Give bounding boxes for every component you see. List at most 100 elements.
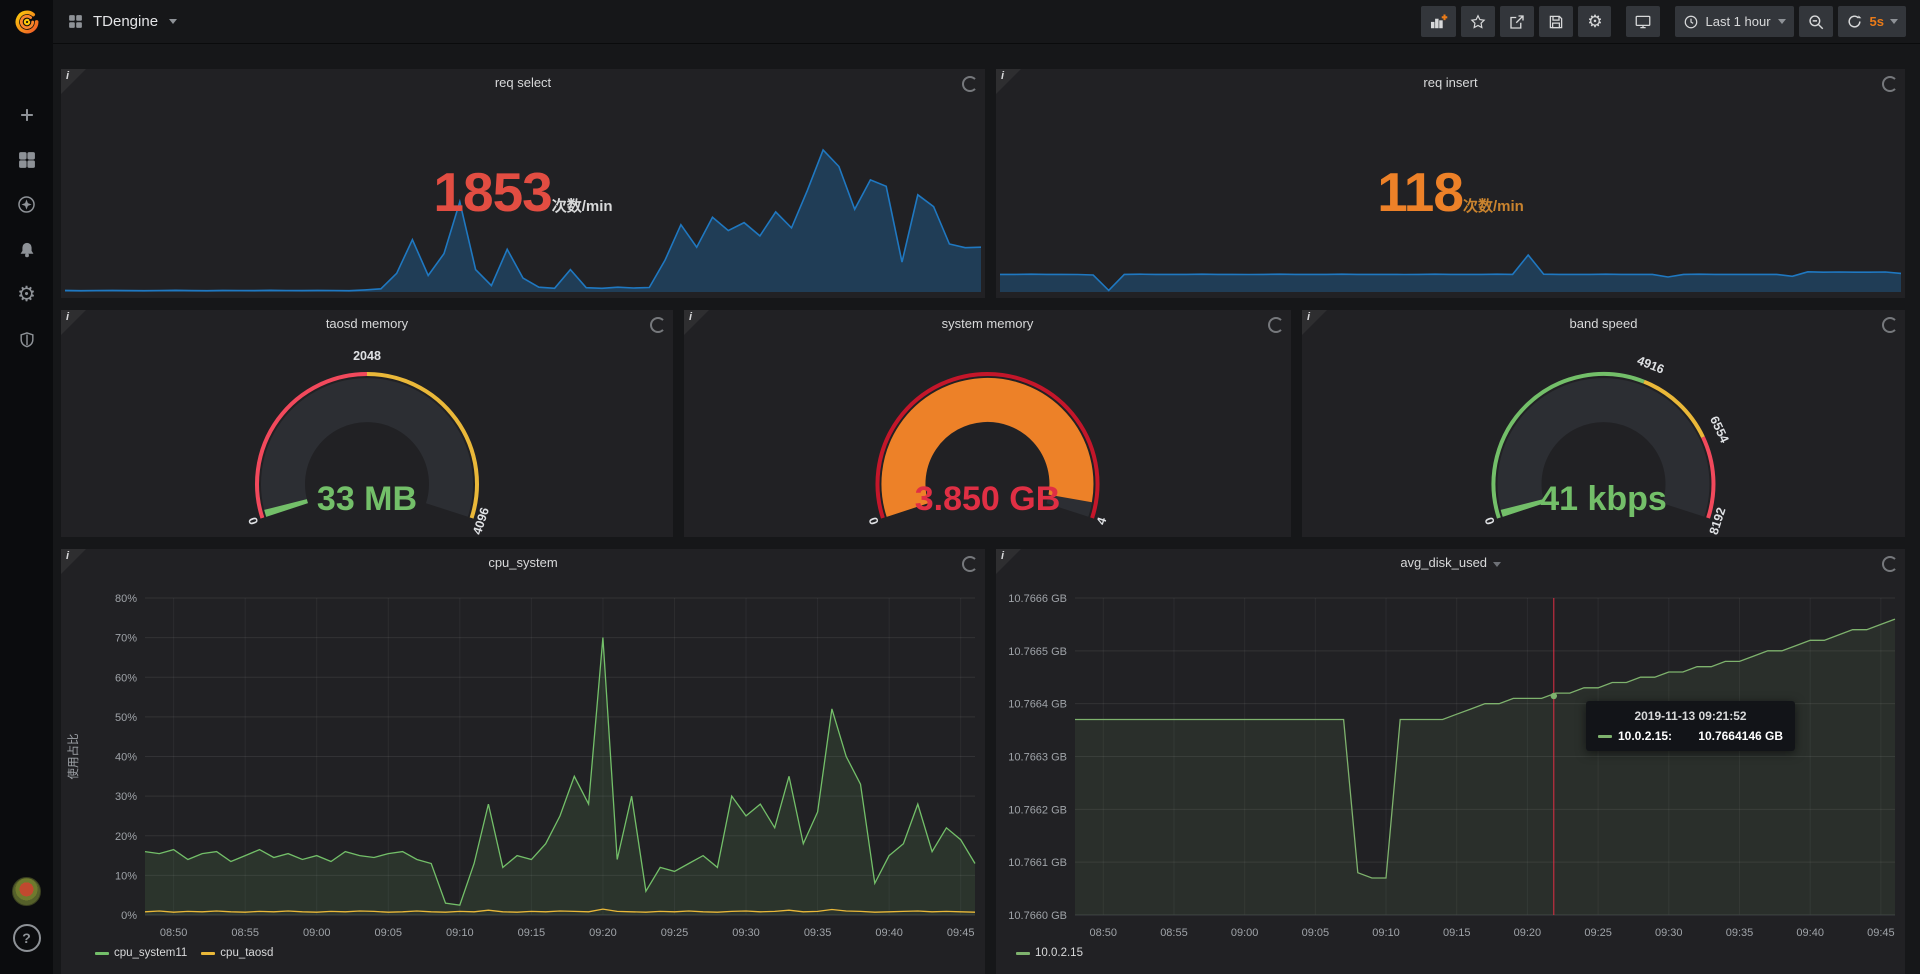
grafana-logo[interactable] [0, 0, 53, 44]
gauge-chart: 04096204833 MB [61, 310, 673, 537]
save-icon [1547, 13, 1565, 31]
legend-item[interactable]: cpu_taosd [201, 947, 273, 959]
info-corner-icon[interactable] [61, 310, 86, 335]
series-color-dash [95, 952, 109, 955]
refresh-icon [1846, 13, 1863, 30]
clock-icon [1683, 14, 1699, 30]
panel-title[interactable]: taosd memory [61, 316, 673, 331]
svg-text:20%: 20% [115, 831, 137, 843]
loading-spinner-icon [1882, 556, 1898, 572]
star-icon [1469, 13, 1487, 31]
gauge-chart: 081924916655441 kbps [1302, 310, 1905, 537]
graph-chart[interactable]: 0%10%20%30%40%50%60%70%80%08:5008:5509:0… [61, 549, 985, 974]
star-button[interactable] [1461, 6, 1495, 37]
svg-text:3.850 GB: 3.850 GB [915, 480, 1061, 518]
question-icon: ? [22, 930, 31, 946]
navbar: TDengine ⚙ [53, 0, 1920, 44]
info-corner-icon[interactable] [996, 69, 1021, 94]
gear-icon: ⚙ [17, 284, 36, 305]
svg-text:60%: 60% [115, 672, 137, 684]
panel-title[interactable]: cpu_system [61, 555, 985, 570]
time-range-button[interactable]: Last 1 hour [1675, 6, 1793, 37]
info-corner-icon[interactable] [61, 549, 86, 574]
svg-text:41 kbps: 41 kbps [1540, 480, 1667, 518]
dashboard-grid-icon [67, 13, 84, 30]
panel-title[interactable]: system memory [684, 316, 1291, 331]
svg-text:09:05: 09:05 [375, 927, 403, 939]
panel-system-memory: i system memory 043.850 GB [684, 310, 1291, 537]
user-avatar[interactable] [12, 877, 41, 906]
sidebar-item-alerting[interactable] [0, 227, 53, 272]
svg-text:09:20: 09:20 [1514, 927, 1542, 939]
svg-text:10.7665 GB: 10.7665 GB [1008, 646, 1067, 658]
dashboards-grid-icon [17, 150, 37, 170]
sidebar-item-help[interactable]: ? [13, 924, 41, 952]
graph-tooltip: 2019-11-13 09:21:52 10.0.2.15: 10.766414… [1586, 701, 1795, 751]
svg-text:80%: 80% [115, 593, 137, 605]
info-corner-icon[interactable] [61, 69, 86, 94]
svg-text:09:10: 09:10 [1372, 927, 1400, 939]
svg-text:70%: 70% [115, 633, 137, 645]
svg-text:0%: 0% [121, 910, 137, 922]
zoom-out-button[interactable] [1799, 6, 1833, 37]
svg-text:10.7663 GB: 10.7663 GB [1008, 752, 1067, 764]
gear-icon: ⚙ [1587, 13, 1602, 30]
sidebar-item-configuration[interactable]: ⚙ [0, 272, 53, 317]
grafana-logo-icon [12, 7, 42, 37]
svg-text:09:15: 09:15 [518, 927, 546, 939]
compass-icon [16, 194, 37, 215]
gauge-chart: 043.850 GB [684, 310, 1291, 537]
svg-text:09:00: 09:00 [1231, 927, 1259, 939]
singlestat-value-block: 118次数/min [996, 165, 1905, 220]
share-button[interactable] [1500, 6, 1534, 37]
svg-text:09:40: 09:40 [1796, 927, 1824, 939]
dashboard-picker[interactable]: TDengine [67, 13, 177, 30]
legend-item[interactable]: cpu_system11 [95, 947, 187, 959]
sidebar-item-explore[interactable] [0, 182, 53, 227]
plus-icon [17, 105, 37, 125]
svg-text:0: 0 [866, 516, 881, 527]
panel-title[interactable]: req insert [996, 75, 1905, 90]
panel-title[interactable]: avg_disk_used [996, 555, 1905, 570]
graph-chart[interactable]: 10.7660 GB10.7661 GB10.7662 GB10.7663 GB… [996, 549, 1905, 974]
graph-legend: cpu_system11 cpu_taosd [95, 947, 273, 959]
refresh-button[interactable]: 5s [1838, 6, 1906, 37]
svg-text:08:55: 08:55 [1160, 927, 1188, 939]
save-button[interactable] [1539, 6, 1573, 37]
cycle-view-button[interactable] [1626, 6, 1660, 37]
info-corner-icon[interactable] [1302, 310, 1327, 335]
svg-text:09:45: 09:45 [1867, 927, 1895, 939]
dashboard-title: TDengine [93, 13, 158, 30]
series-color-dash [1598, 735, 1612, 738]
svg-text:0: 0 [245, 516, 260, 527]
svg-text:09:35: 09:35 [804, 927, 832, 939]
svg-text:33 MB: 33 MB [317, 480, 417, 518]
legend-item[interactable]: 10.0.2.15 [1016, 947, 1083, 959]
tooltip-value: 10.7664146 GB [1684, 729, 1783, 743]
svg-text:09:25: 09:25 [1584, 927, 1612, 939]
panel-menu-caret-icon[interactable] [1493, 562, 1501, 567]
panel-taosd-memory: i taosd memory 04096204833 MB [61, 310, 673, 537]
shield-icon [17, 330, 37, 350]
info-corner-icon[interactable] [996, 549, 1021, 574]
add-panel-button[interactable] [1421, 6, 1456, 37]
sidebar-item-create[interactable] [0, 92, 53, 137]
loading-spinner-icon [962, 556, 978, 572]
panel-req-select: i req select 1853次数/min [61, 69, 985, 298]
refresh-interval-label: 5s [1870, 14, 1884, 29]
singlestat-value-block: 1853次数/min [61, 165, 985, 220]
panel-title[interactable]: band speed [1302, 316, 1905, 331]
svg-text:10.7661 GB: 10.7661 GB [1008, 857, 1067, 869]
svg-text:使用占比: 使用占比 [66, 734, 80, 780]
info-corner-icon[interactable] [684, 310, 709, 335]
loading-spinner-icon [1882, 76, 1898, 92]
panel-title[interactable]: req select [61, 75, 985, 90]
tooltip-series-name: 10.0.2.15: [1618, 729, 1672, 743]
sidebar-item-dashboards[interactable] [0, 137, 53, 182]
svg-text:08:55: 08:55 [231, 927, 259, 939]
singlestat-value: 1853 [433, 161, 551, 223]
svg-text:09:05: 09:05 [1302, 927, 1330, 939]
dashboard-settings-button[interactable]: ⚙ [1578, 6, 1611, 37]
svg-text:50%: 50% [115, 712, 137, 724]
sidebar-item-server-admin[interactable] [0, 317, 53, 362]
